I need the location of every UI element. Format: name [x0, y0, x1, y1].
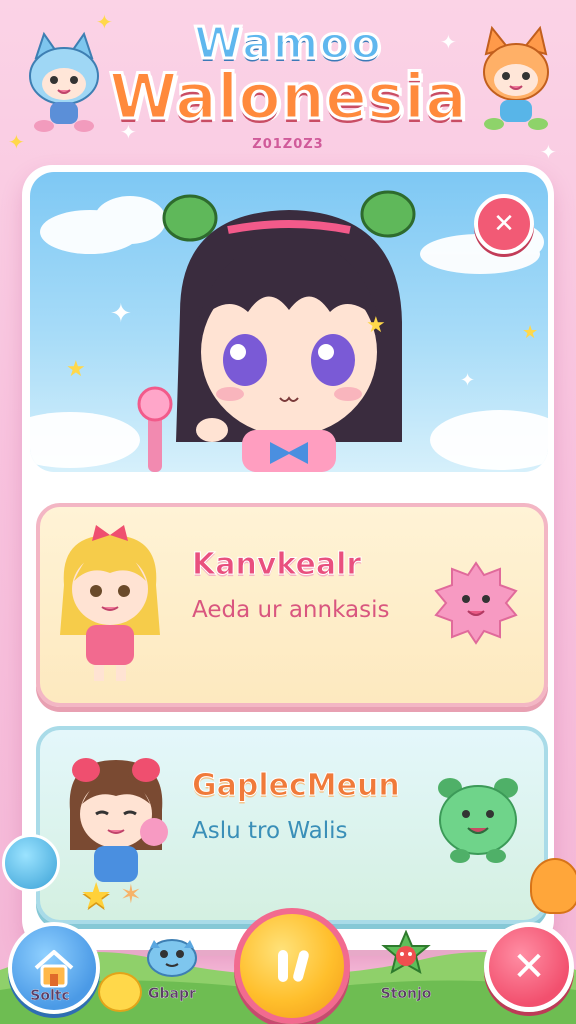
orange-blob-mascot — [530, 858, 576, 914]
card-title: Kanvkealr — [191, 547, 362, 583]
game-title: Wamoo Walonesia Z01Z0Z3 — [0, 17, 576, 153]
nav-item-shop[interactable]: Stonjo — [374, 929, 438, 1002]
green-star-monster-icon — [381, 929, 431, 975]
pink-blob-pet-icon — [434, 561, 518, 645]
card-title: GaplecMeun — [192, 768, 401, 804]
hero-illustration: ★ ★ ✦ ✦ ★ — [30, 190, 548, 472]
card-subtitle: Aslu tro Walis — [192, 818, 348, 844]
card-subtitle: Aeda ur annkasis — [192, 597, 390, 623]
character-card-2[interactable]: GaplecMeun Aslu tro Walis — [36, 726, 548, 924]
close-icon: ✕ — [512, 944, 546, 990]
nav-item-pet[interactable]: Gbapr — [140, 930, 204, 1002]
lollipop-icon — [2, 834, 60, 892]
svg-text:✦: ✦ — [460, 370, 475, 391]
brown-hair-girl-character — [69, 758, 168, 882]
star-sticker-icon: ✶ — [120, 880, 142, 910]
character-card-1[interactable]: Kanvkealr Aeda ur annkasis — [36, 503, 548, 707]
svg-text:★: ★ — [522, 322, 538, 343]
svg-text:★: ★ — [66, 357, 86, 382]
subtitle-badge: Z01Z0Z3 — [252, 137, 324, 152]
close-icon: ✕ — [493, 209, 515, 239]
pause-icon — [278, 950, 309, 982]
nav-label-pet: Gbapr — [148, 986, 196, 1002]
svg-text:✦: ✦ — [110, 299, 132, 329]
title-line-2: Walonesia — [107, 60, 468, 133]
svg-text:★: ★ — [366, 313, 386, 338]
star-sticker-icon: ★ — [80, 876, 113, 917]
exit-button[interactable]: ✕ — [484, 922, 574, 1012]
hero-character-banner: ★ ★ ✦ ✦ ★ — [30, 172, 548, 472]
nav-label-shop: Stonjo — [380, 986, 432, 1002]
green-monster-pet-icon — [438, 778, 518, 863]
play-pause-button[interactable] — [234, 908, 350, 1024]
yellow-chick-icon — [98, 972, 142, 1012]
home-icon — [34, 950, 74, 988]
nav-item-home[interactable]: Soltc — [20, 988, 80, 1004]
nav-label-home: Soltc — [30, 988, 70, 1004]
hero-close-button[interactable]: ✕ — [474, 194, 534, 254]
blonde-girl-character — [60, 525, 160, 681]
blue-fish-pet-icon — [147, 939, 197, 977]
